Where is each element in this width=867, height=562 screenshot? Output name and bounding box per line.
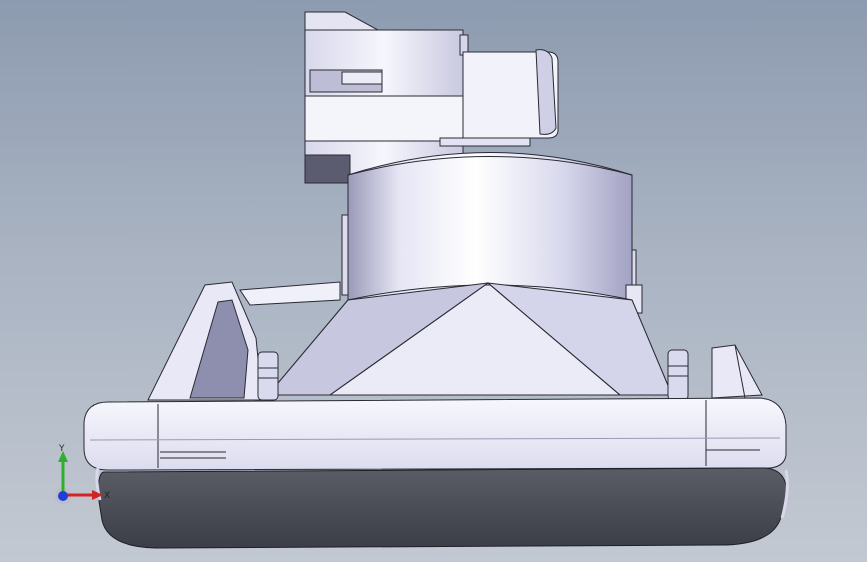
part-model[interactable] [0,0,867,562]
x-axis-label: X [104,491,110,501]
y-axis-label: Y [58,444,65,454]
graphics-viewport[interactable]: Y X [0,0,867,562]
coordinate-triad: Y X [55,444,110,504]
lens [95,467,789,549]
x-axis-arrowhead [92,490,103,500]
base-flange [83,397,787,471]
z-axis-dot [58,491,68,501]
